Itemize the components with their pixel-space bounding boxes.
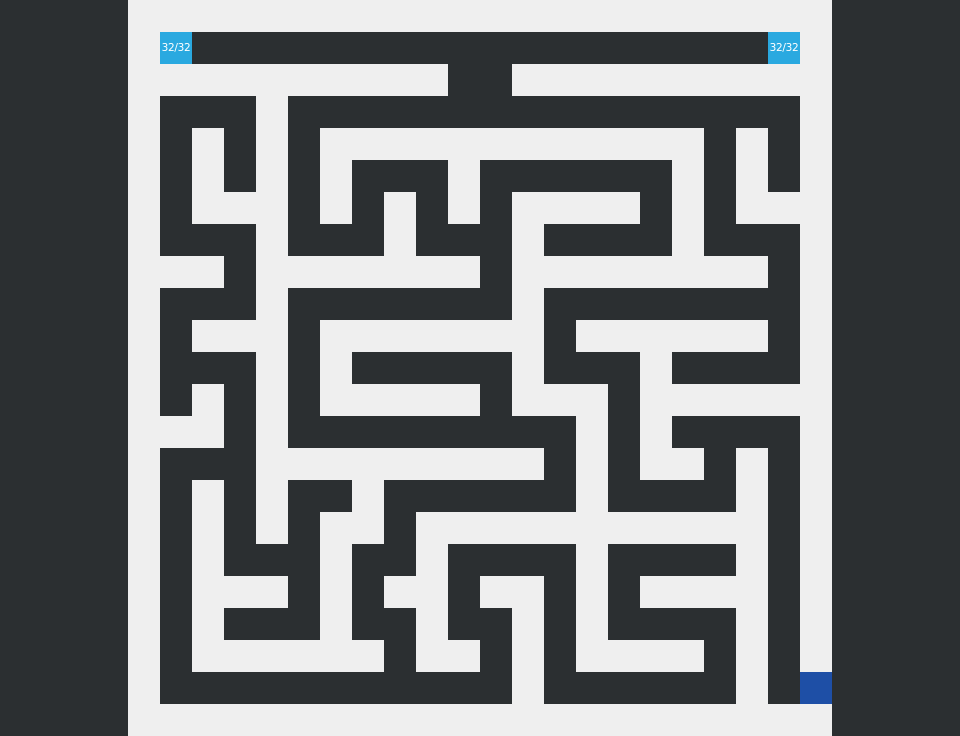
maze-wall — [480, 160, 512, 288]
maze-wall — [288, 416, 576, 448]
maze-walls — [128, 0, 832, 736]
maze-wall — [480, 608, 512, 704]
maze-wall — [192, 32, 768, 64]
maze-board: 32/32 32/32 — [128, 0, 832, 736]
progress-badge-right: 32/32 — [768, 32, 800, 64]
maze-wall — [672, 352, 800, 384]
maze-wall — [544, 224, 672, 256]
maze-wall — [224, 608, 320, 640]
maze-wall — [544, 672, 736, 704]
progress-badge-left: 32/32 — [160, 32, 192, 64]
maze-wall — [480, 352, 512, 416]
maze-wall — [160, 448, 192, 704]
maze-wall — [160, 672, 512, 704]
maze-wall — [448, 64, 512, 96]
player-token[interactable] — [800, 672, 832, 704]
maze-wall — [288, 288, 512, 320]
maze-wall — [352, 160, 384, 256]
maze-wall — [224, 352, 256, 448]
maze-wall — [384, 608, 416, 704]
maze-wall — [544, 288, 800, 320]
maze-wall — [768, 416, 800, 704]
maze-wall — [224, 96, 256, 192]
maze-wall — [768, 96, 800, 192]
maze-wall — [704, 608, 736, 672]
